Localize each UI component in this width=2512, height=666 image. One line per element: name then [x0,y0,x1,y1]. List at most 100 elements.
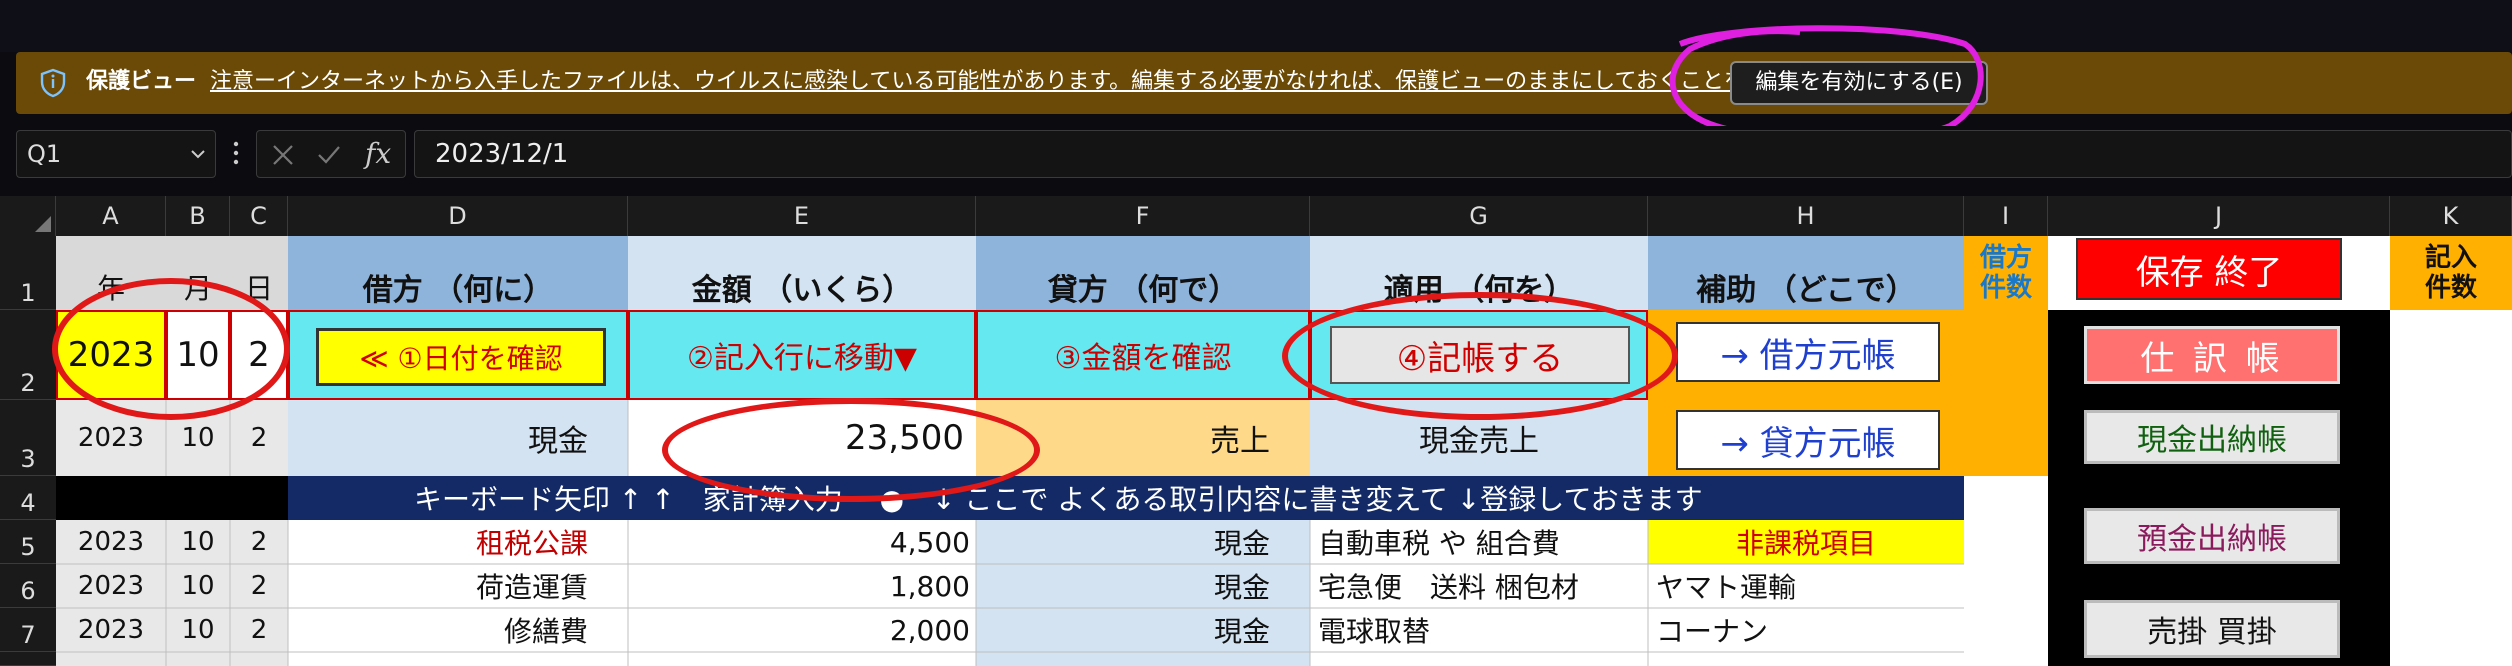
cell-k3 [2390,400,2512,476]
formula-input[interactable]: 2023/12/1 [414,130,2512,178]
fx-icon[interactable]: fx [365,137,391,170]
cell-e3-amount[interactable]: 23,500 [628,400,976,476]
cell-a2-year[interactable]: 2023 [56,310,166,400]
cell-h6[interactable]: ヤマト運輸 [1648,564,1964,608]
cell-d8 [288,652,976,666]
move-to-entry-row-button[interactable]: ②記入行に移動▼ [628,310,976,400]
cell-i2 [1964,310,2048,476]
input-guide-banner: キーボード矢印 ↑ ↑ 家計簿入力 ● ↓ ここで よくある取引内容に書き変えて… [288,476,1964,520]
cell-b7[interactable]: 10 [166,608,230,652]
cell-b6[interactable]: 10 [166,564,230,608]
cell-a4 [56,476,288,520]
cell-g5[interactable]: 自動車税 や 組合費 [1310,520,1648,564]
row-header-1[interactable]: 1 [0,236,56,310]
cell-a5[interactable]: 2023 [56,520,166,564]
cell-f1[interactable]: 貸方 （何で） [976,236,1310,310]
cell-d3[interactable]: 現金 [288,400,628,476]
column-header-f[interactable]: F [976,196,1310,236]
cell-k2 [2390,310,2512,400]
cell-c5[interactable]: 2 [230,520,288,564]
cell-c3[interactable]: 2 [230,400,288,476]
deposit-book-button[interactable]: 預金出納帳 [2084,508,2340,564]
cell-f5[interactable]: 現金 [976,520,1310,564]
cell-c7[interactable]: 2 [230,608,288,652]
row-header-3[interactable]: 3 [0,400,56,476]
credit-ledger-button[interactable]: → 貸方元帳 [1676,410,1940,470]
debit-ledger-button[interactable]: → 借方元帳 [1676,322,1940,382]
cell-e7[interactable]: 2,000 [628,608,976,652]
cell-c6[interactable]: 2 [230,564,288,608]
cell-k4 [2390,476,2512,666]
chevron-down-icon[interactable] [189,145,207,163]
cell-d6[interactable]: 荷造運賃 [288,564,628,608]
cell-f3[interactable]: 売上 [976,400,1310,476]
column-header-a[interactable]: A [56,196,166,236]
cell-f7[interactable]: 現金 [976,608,1310,652]
column-header-c[interactable]: C [230,196,288,236]
cell-h1[interactable]: 補助 （どこで） [1648,236,1964,310]
cell-f6[interactable]: 現金 [976,564,1310,608]
row-header-8[interactable] [0,652,56,666]
cell-a7[interactable]: 2023 [56,608,166,652]
spreadsheet-grid: A B C D E F G H I J K 1 2 3 4 5 6 7 年 月 … [0,196,2512,666]
cell-b3[interactable]: 10 [166,400,230,476]
cell-i4 [1964,476,2048,666]
journal-button[interactable]: 仕 訳 帳 [2084,326,2340,384]
cell-e6[interactable]: 1,800 [628,564,976,608]
column-header-k[interactable]: K [2390,196,2512,236]
cell-a6[interactable]: 2023 [56,564,166,608]
column-header-i[interactable]: I [1964,196,2048,236]
cell-e5[interactable]: 4,500 [628,520,976,564]
row-header-2[interactable]: 2 [0,310,56,400]
cell-c1[interactable]: 日 [230,236,288,310]
cell-h5[interactable]: 非課税項目 [1648,520,1964,564]
confirm-date-button[interactable]: ≪ ①日付を確認 [316,328,606,386]
column-header-g[interactable]: G [1310,196,1648,236]
column-header-h[interactable]: H [1648,196,1964,236]
protected-view-bar: 保護ビュー 注意ーインターネットから入手したファイルは、ウイルスに感染している可… [16,52,2512,114]
column-header-b[interactable]: B [166,196,230,236]
cell-a3[interactable]: 2023 [56,400,166,476]
cell-a1[interactable]: 年 [56,236,166,310]
name-box[interactable]: Q1 [16,130,216,178]
row-header-6[interactable]: 6 [0,564,56,608]
cell-d1[interactable]: 借方 （何に） [288,236,628,310]
shield-icon [40,68,66,98]
confirm-amount-label[interactable]: ③金額を確認 [976,310,1310,400]
column-header-j[interactable]: J [2048,196,2390,236]
row-header-4[interactable]: 4 [0,476,56,520]
cell-g8 [1310,652,1964,666]
cell-d7[interactable]: 修繕費 [288,608,628,652]
select-all-corner[interactable] [0,196,56,236]
cell-b1[interactable]: 月 [166,236,230,310]
column-header-d[interactable]: D [288,196,628,236]
protected-view-message[interactable]: 注意ーインターネットから入手したファイルは、ウイルスに感染している可能性がありま… [210,66,1898,98]
row-header-5[interactable]: 5 [0,520,56,564]
cell-g6[interactable]: 宅急便 送料 梱包材 [1310,564,1648,608]
cell-c2-day[interactable]: 2 [230,310,288,400]
cash-book-button[interactable]: 現金出納帳 [2084,410,2340,464]
name-box-value: Q1 [27,140,62,168]
cell-b5[interactable]: 10 [166,520,230,564]
cell-g3[interactable]: 現金売上 [1310,400,1648,476]
cell-k1[interactable]: 記入件数 [2390,236,2512,310]
cell-f8 [976,652,1310,666]
record-entry-button[interactable]: ④記帳する [1330,326,1630,384]
cancel-x-icon[interactable] [269,141,297,169]
cell-i1[interactable]: 借方件数 [1964,236,2048,310]
more-dots-icon[interactable] [232,138,240,168]
banner-text: キーボード矢印 ↑ ↑ 家計簿入力 ● ↓ ここで よくある取引内容に書き変えて… [414,483,1703,516]
enable-editing-button[interactable]: 編集を有効にする(E) [1730,61,1988,105]
cell-e1[interactable]: 金額 （いくら） [628,236,976,310]
formula-bar: Q1 fx 2023/12/1 [0,126,2512,184]
cell-b2-month[interactable]: 10 [166,310,230,400]
column-header-e[interactable]: E [628,196,976,236]
cell-g7[interactable]: 電球取替 [1310,608,1648,652]
save-exit-button[interactable]: 保存 終了 [2076,238,2342,300]
row-header-7[interactable]: 7 [0,608,56,652]
cell-g1[interactable]: 適用 （何を） [1310,236,1648,310]
cell-h7[interactable]: コーナン [1648,608,1964,652]
receivable-payable-button[interactable]: 売掛 買掛 [2084,600,2340,658]
cell-d5[interactable]: 租税公課 [288,520,628,564]
confirm-check-icon[interactable] [315,141,343,169]
